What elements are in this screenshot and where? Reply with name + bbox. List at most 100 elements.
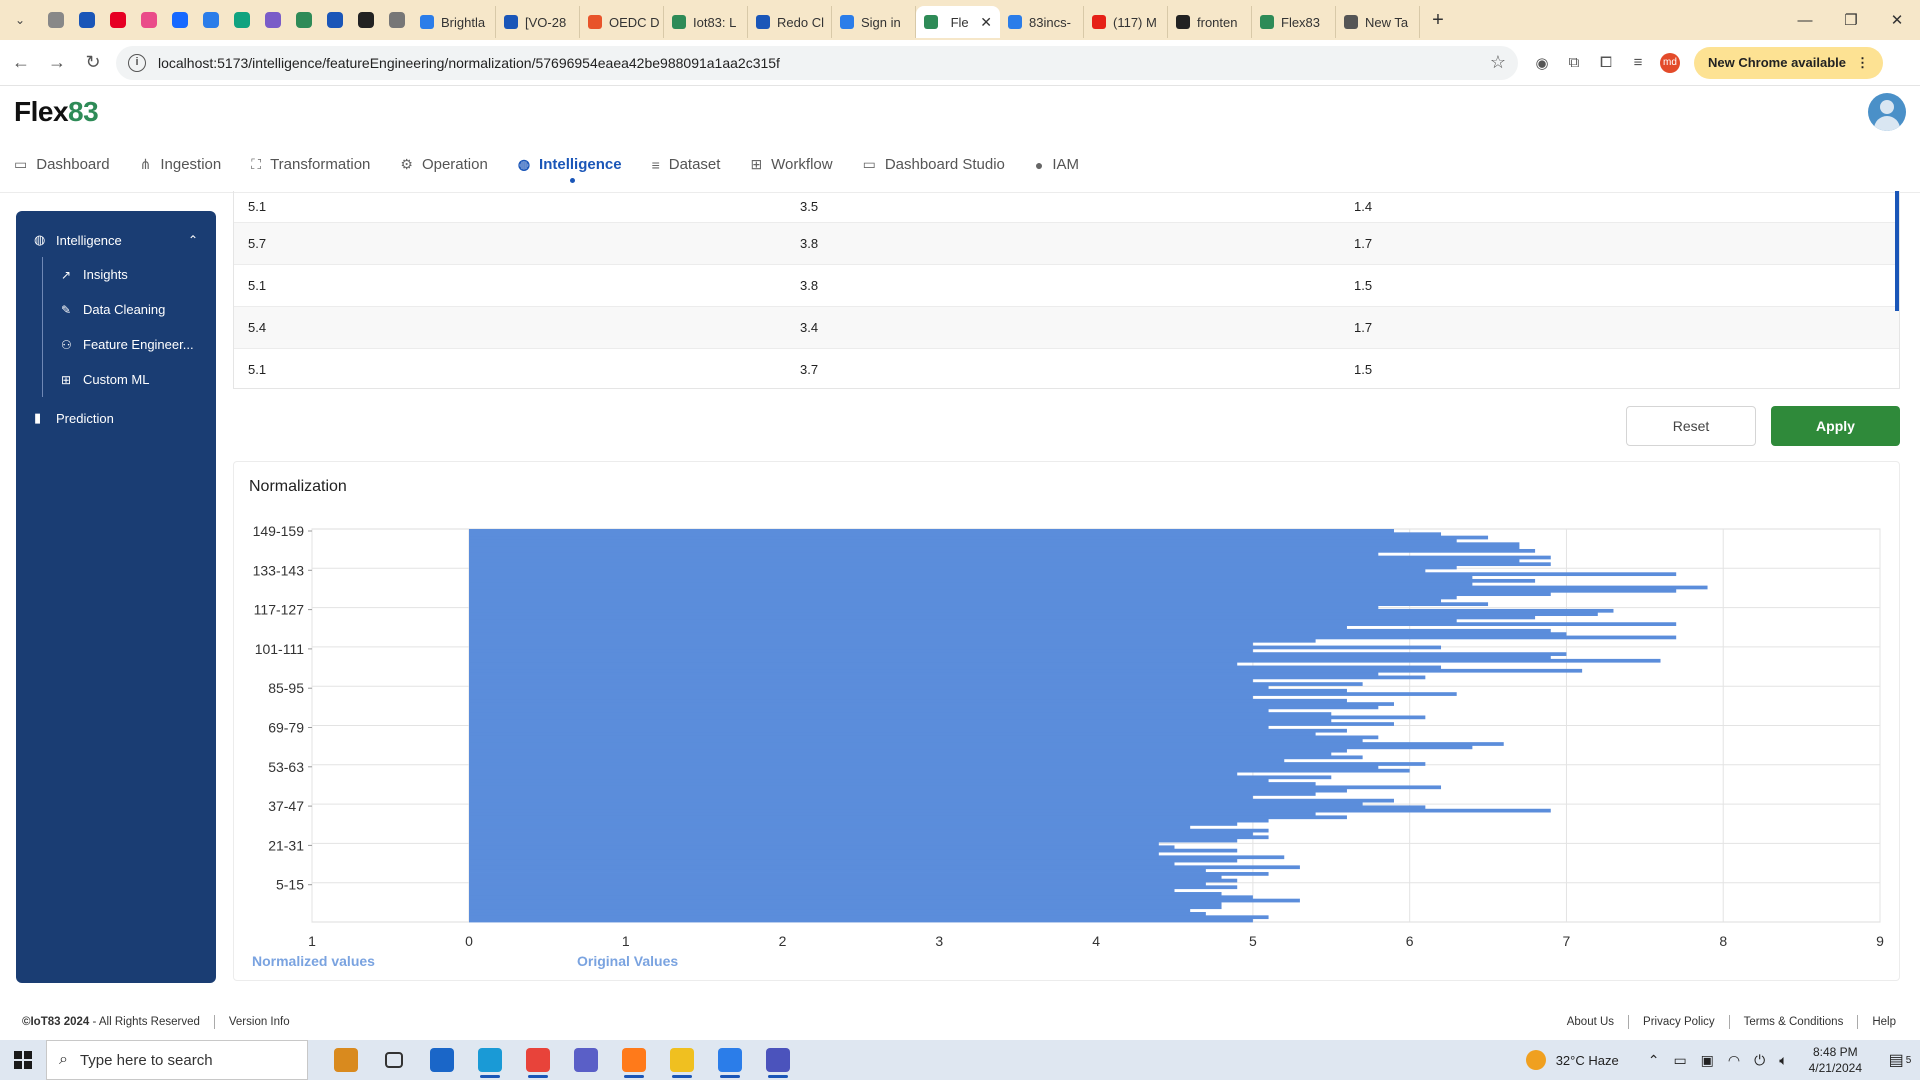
nav-item-intelligence[interactable]: ◍ Intelligence (518, 137, 622, 193)
footer-link-privacy-policy[interactable]: Privacy Policy (1643, 1016, 1715, 1028)
taskbar-app-task-view[interactable] (370, 1040, 418, 1080)
apply-button[interactable]: Apply (1771, 406, 1900, 446)
nav-item-workflow[interactable]: ⊞ Workflow (750, 137, 832, 193)
volume-icon[interactable]: 🔈︎ (1779, 1052, 1787, 1069)
nav-item-dashboard[interactable]: ▭ Dashboard (14, 137, 110, 193)
pinned-tab[interactable] (319, 0, 350, 40)
taskbar-app-firefox[interactable] (610, 1040, 658, 1080)
table-scrollbar[interactable] (1895, 191, 1899, 311)
nav-operation-icon: ⚙ (400, 156, 413, 172)
notification-center-button[interactable]: ▤ 5 (1880, 1040, 1920, 1080)
data-bar (469, 678, 1253, 683)
minimize-button[interactable]: — (1782, 0, 1828, 40)
flex83-logo[interactable]: Flex83 (14, 96, 99, 128)
notification-icon: ▤ (1888, 1052, 1904, 1069)
taskbar-app-vscode[interactable] (706, 1040, 754, 1080)
sidebar-item-insights[interactable]: ↗ Insights (43, 257, 216, 292)
reset-button[interactable]: Reset (1626, 406, 1756, 446)
pinned-tab[interactable] (71, 0, 102, 40)
data-bar (469, 872, 1269, 876)
nav-item-dataset[interactable]: ≡ Dataset (652, 137, 721, 193)
browser-tab[interactable]: 83incs- (1000, 6, 1084, 38)
nav-item-dashboard-studio[interactable]: ▭ Dashboard Studio (863, 137, 1005, 193)
browser-tab[interactable]: [VO-28 (496, 6, 580, 38)
sidebar-group-intelligence[interactable]: ◍ Intelligence ⌃ (16, 223, 216, 257)
close-window-button[interactable]: ✕ (1874, 0, 1920, 40)
nav-item-iam[interactable]: ● IAM (1035, 137, 1079, 193)
tab-search-chevron-icon[interactable]: ⌄ (0, 0, 40, 40)
pinned-tab[interactable] (257, 0, 288, 40)
tab-close-icon[interactable]: ✕ (980, 14, 992, 31)
pinned-tab[interactable] (164, 0, 195, 40)
nav-item-transformation[interactable]: ⛶ Transformation (251, 137, 370, 193)
pinned-tab[interactable] (133, 0, 164, 40)
browser-tab[interactable]: Fle ✕ (916, 6, 1000, 38)
wifi-icon[interactable]: ◠ (1728, 1052, 1740, 1069)
battery-icon[interactable]: ▭ (1673, 1052, 1686, 1069)
data-bar (469, 812, 1316, 816)
pinned-tab[interactable] (195, 0, 226, 40)
new-tab-button[interactable]: + (1420, 9, 1456, 32)
taskbar-app-chrome[interactable] (514, 1040, 562, 1080)
browser-tab[interactable]: Brightla (412, 6, 496, 38)
data-bar (469, 868, 1206, 873)
browser-tab[interactable]: Sign in (832, 6, 916, 38)
chrome-update-button[interactable]: New Chrome available ⋮ (1694, 46, 1883, 79)
tray-chevron-icon[interactable]: ⌃ (1648, 1052, 1660, 1069)
site-info-icon[interactable]: i (128, 53, 146, 72)
browser-tab[interactable]: New Ta (1336, 6, 1420, 38)
kebab-menu-icon[interactable]: ⋮ (1856, 55, 1869, 71)
media-icon[interactable]: ≡ (1628, 53, 1648, 73)
browser-tab[interactable]: fronten (1168, 6, 1252, 38)
power-icon[interactable]: ⏻ (1754, 1052, 1765, 1069)
pinned-tab[interactable] (226, 0, 257, 40)
data-bar (469, 628, 1551, 633)
sidebar-item-data-cleaning[interactable]: ✎ Data Cleaning (43, 292, 216, 327)
url-text[interactable]: localhost:5173/intelligence/featureEngin… (158, 55, 1490, 71)
data-bar (469, 758, 1285, 763)
sidebar-item-prediction[interactable]: ▮ Prediction (16, 401, 216, 435)
clock[interactable]: 8:48 PM 4/21/2024 (1809, 1044, 1862, 1076)
browser-tab[interactable]: Flex83 (1252, 6, 1336, 38)
footer-link-about-us[interactable]: About Us (1567, 1016, 1614, 1028)
taskbar-app-edge[interactable] (466, 1040, 514, 1080)
pinned-tab[interactable] (381, 0, 412, 40)
footer-link-terms-conditions[interactable]: Terms & Conditions (1744, 1016, 1844, 1028)
pinned-tab[interactable] (40, 0, 71, 40)
taskbar-app-briefcase[interactable] (322, 1040, 370, 1080)
pinned-tab[interactable] (288, 0, 319, 40)
footer-link-help[interactable]: Help (1872, 1016, 1896, 1028)
sidebar-item-custom-ml[interactable]: ⊞ Custom ML (43, 362, 216, 397)
browser-tab[interactable]: Redo Cl (748, 6, 832, 38)
taskbar-app-mail[interactable] (418, 1040, 466, 1080)
restore-button[interactable]: ❐ (1828, 0, 1874, 40)
nav-item-operation[interactable]: ⚙ Operation (400, 137, 487, 193)
pinned-tab[interactable] (350, 0, 381, 40)
browser-tab[interactable]: (117) M (1084, 6, 1168, 38)
taskbar-app-explorer[interactable] (658, 1040, 706, 1080)
reload-button[interactable]: ↻ (78, 48, 108, 78)
bookmark-star-icon[interactable]: ☆ (1490, 52, 1506, 73)
version-info-link[interactable]: Version Info (229, 1016, 290, 1028)
extension-icon[interactable]: ⧉ (1564, 53, 1584, 73)
browser-tab[interactable]: Iot83: L (664, 6, 748, 38)
sidebar-item-feature-engineering[interactable]: ⚇ Feature Engineer... (43, 327, 216, 362)
forward-button[interactable]: → (42, 48, 72, 78)
taskbar-app-teams[interactable] (562, 1040, 610, 1080)
user-avatar[interactable] (1868, 93, 1906, 131)
address-bar[interactable]: i localhost:5173/intelligence/featureEng… (116, 45, 1518, 80)
profile-avatar[interactable]: md (1660, 52, 1680, 73)
extension-icon[interactable]: ◉ (1532, 53, 1552, 73)
taskbar-search-box[interactable]: ⌕ Type here to search (46, 1040, 308, 1080)
start-button[interactable] (0, 1040, 46, 1080)
puzzle-icon[interactable]: ⧠ (1596, 53, 1616, 73)
browser-tab[interactable]: OEDC D (580, 6, 664, 38)
pinned-tab[interactable] (102, 0, 133, 40)
nav-item-ingestion[interactable]: ⋔ Ingestion (140, 137, 222, 193)
taskbar-app-teams-work[interactable] (754, 1040, 802, 1080)
back-button[interactable]: ← (6, 48, 36, 78)
display-icon[interactable]: ▣ (1701, 1052, 1714, 1069)
weather-widget[interactable]: 32°C Haze (1525, 1050, 1619, 1070)
weather-sun-icon (1525, 1050, 1546, 1070)
chevron-up-icon[interactable]: ⌃ (188, 233, 198, 247)
